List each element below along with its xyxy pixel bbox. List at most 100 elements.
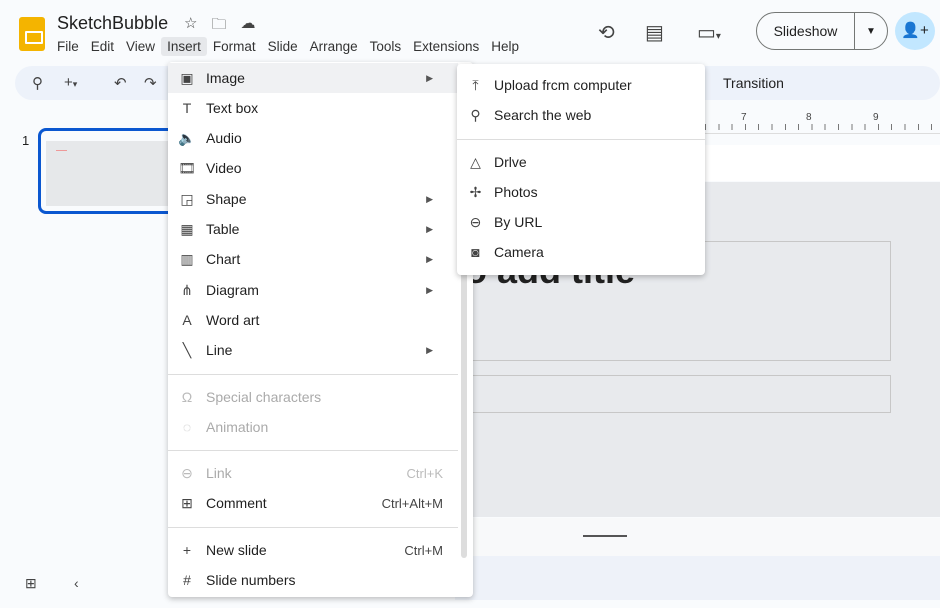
image-submenu: ⤒ Upload frcm computer ⚲ Search the web △ Drl… bbox=[457, 64, 705, 275]
menu-item-label: New slide bbox=[206, 542, 267, 558]
line-icon: ╲ bbox=[182, 341, 192, 358]
collapse-icon[interactable]: ‹ bbox=[74, 575, 79, 591]
menu-help[interactable]: Help bbox=[485, 37, 525, 56]
menu-item-word-art[interactable]: A Word art bbox=[168, 305, 458, 335]
submenu-item[interactable]: △ Drlve bbox=[457, 147, 705, 177]
grid-view-icon[interactable]: ⊞ bbox=[25, 575, 37, 592]
menu-insert[interactable]: Insert bbox=[161, 37, 207, 56]
menu-item-label: Animation bbox=[206, 419, 269, 435]
menu-item-label: Image bbox=[206, 70, 245, 86]
menu-tools[interactable]: Tools bbox=[364, 37, 408, 56]
upload-icon: ⤒ bbox=[472, 76, 479, 93]
submenu-item-label: By URL bbox=[494, 214, 543, 230]
star-icon[interactable]: ☆ bbox=[184, 14, 197, 39]
menu-item-new-slide[interactable]: + New slide Ctrl+M bbox=[168, 535, 458, 565]
ruler-label: 7 bbox=[741, 112, 747, 123]
notes-drag-handle[interactable] bbox=[583, 535, 627, 537]
link-icon: ⊖ bbox=[469, 213, 482, 230]
transition-button[interactable]: Transition bbox=[723, 75, 784, 91]
menu-slide[interactable]: Slide bbox=[262, 37, 304, 56]
ruler-label: 9 bbox=[873, 112, 879, 123]
word-art-icon: A bbox=[182, 312, 192, 328]
history-icon[interactable]: ⟲ bbox=[598, 20, 615, 45]
document-title[interactable]: SketchBubble bbox=[57, 13, 168, 34]
menu-item-label: Link bbox=[206, 465, 232, 481]
menu-item-comment[interactable]: ⊞ Comment Ctrl+Alt+M bbox=[168, 488, 458, 518]
share-icon[interactable]: 👤+ bbox=[895, 12, 935, 50]
menu-item-special-characters[interactable]: Ω Special characters bbox=[168, 382, 458, 412]
menu-edit[interactable]: Edit bbox=[85, 37, 120, 56]
omega-icon: Ω bbox=[181, 389, 193, 405]
undo-icon[interactable]: ↶ bbox=[114, 74, 127, 92]
menu-item-text-box[interactable]: T Text box bbox=[168, 93, 458, 123]
meet-icon[interactable]: ▭▾ bbox=[697, 20, 721, 45]
menu-item-label: Diagram bbox=[206, 282, 259, 298]
video-icon: 🎞 bbox=[178, 159, 196, 176]
menu-view[interactable]: View bbox=[120, 37, 161, 56]
menu-item-audio[interactable]: 🔈 Audio bbox=[168, 123, 458, 153]
cloud-status-icon[interactable]: ☁ bbox=[240, 14, 255, 39]
plus-icon: + bbox=[182, 542, 192, 558]
hash-icon: # bbox=[183, 572, 191, 588]
menu-item-label: Text box bbox=[206, 100, 259, 116]
submenu-item-label: Upload frcm computer bbox=[494, 77, 632, 93]
menu-item-diagram[interactable]: ⋔ Diagram ▶ bbox=[168, 275, 458, 305]
shortcut: Ctrl+Alt+M bbox=[381, 495, 443, 511]
shape-icon: ◲ bbox=[180, 190, 194, 207]
ruler-strip bbox=[705, 145, 940, 181]
menu-item-label: Special characters bbox=[206, 389, 322, 405]
bottom-panel bbox=[455, 556, 940, 600]
menu-file[interactable]: File bbox=[51, 37, 85, 56]
insert-menu: ▣ Image ▶ T Text box 🔈 Audio 🎞 Video ◲ Shape ▶ ▦ Tabl… bbox=[168, 62, 473, 597]
submenu-item[interactable]: ⊖ By URL bbox=[457, 207, 705, 237]
submenu-arrow-icon: ▶ bbox=[426, 344, 433, 355]
ruler-label: 8 bbox=[806, 112, 812, 123]
submenu-item[interactable]: ✢ Photos bbox=[457, 177, 705, 207]
menu-format[interactable]: Format bbox=[207, 37, 262, 56]
submenu-arrow-icon: ▶ bbox=[426, 284, 433, 295]
menu-item-chart[interactable]: ▥ Chart ▶ bbox=[168, 244, 458, 274]
drive-icon: △ bbox=[470, 153, 481, 170]
chevron-down-icon[interactable]: ▼ bbox=[855, 26, 887, 37]
shortcut: Ctrl+M bbox=[404, 542, 443, 558]
menu-arrange[interactable]: Arrange bbox=[304, 37, 364, 56]
search-icon[interactable]: ⚲ bbox=[32, 74, 43, 92]
menu-item-label: Shape bbox=[206, 191, 247, 207]
menu-item-label: Video bbox=[206, 160, 242, 176]
menu-item-video[interactable]: 🎞 Video bbox=[168, 153, 458, 183]
slide-thumbnail[interactable] bbox=[38, 128, 178, 214]
submenu-item[interactable]: ◙ Camera bbox=[457, 237, 705, 267]
camera-icon: ◙ bbox=[471, 244, 480, 260]
menu-item-shape[interactable]: ◲ Shape ▶ bbox=[168, 184, 458, 214]
submenu-item[interactable]: ⚲ Search the web bbox=[457, 100, 705, 130]
add-comment-icon: ⊞ bbox=[181, 494, 193, 511]
image-icon: ▣ bbox=[180, 69, 194, 86]
new-slide-icon[interactable]: +▾ bbox=[64, 74, 77, 91]
slideshow-label[interactable]: Slideshow bbox=[757, 13, 855, 49]
subtitle-placeholder[interactable] bbox=[470, 375, 891, 413]
menu-item-table[interactable]: ▦ Table ▶ bbox=[168, 214, 458, 244]
menu-item-slide-numbers[interactable]: # Slide numbers bbox=[168, 565, 458, 595]
text-box-icon: T bbox=[182, 100, 192, 116]
comment-icon[interactable]: ▤ bbox=[645, 20, 664, 45]
slideshow-button[interactable]: Slideshow ▼ bbox=[756, 12, 888, 50]
submenu-arrow-icon: ▶ bbox=[426, 72, 433, 83]
photos-icon: ✢ bbox=[469, 183, 482, 200]
submenu-item-label: Photos bbox=[494, 184, 538, 200]
menu-extensions[interactable]: Extensions bbox=[407, 37, 485, 56]
speaker-notes[interactable] bbox=[455, 518, 940, 556]
move-folder-icon[interactable]: 🗀 bbox=[211, 14, 226, 39]
menu-item-link[interactable]: ⊖ Link Ctrl+K bbox=[168, 458, 458, 488]
menu-item-line[interactable]: ╲ Line ▶ bbox=[168, 335, 458, 365]
redo-icon[interactable]: ↷ bbox=[144, 74, 157, 92]
diagram-icon: ⋔ bbox=[181, 281, 193, 298]
menu-item-label: Chart bbox=[206, 251, 241, 267]
menu-divider bbox=[168, 450, 458, 451]
slides-logo[interactable] bbox=[19, 17, 45, 51]
menu-item-animation[interactable]: ◌ Animation bbox=[168, 412, 458, 442]
audio-icon: 🔈 bbox=[178, 129, 196, 146]
menu-item-image[interactable]: ▣ Image ▶ bbox=[168, 63, 458, 93]
submenu-arrow-icon: ▶ bbox=[426, 193, 433, 204]
submenu-item-label: Drlve bbox=[494, 154, 527, 170]
submenu-item[interactable]: ⤒ Upload frcm computer bbox=[457, 70, 705, 100]
